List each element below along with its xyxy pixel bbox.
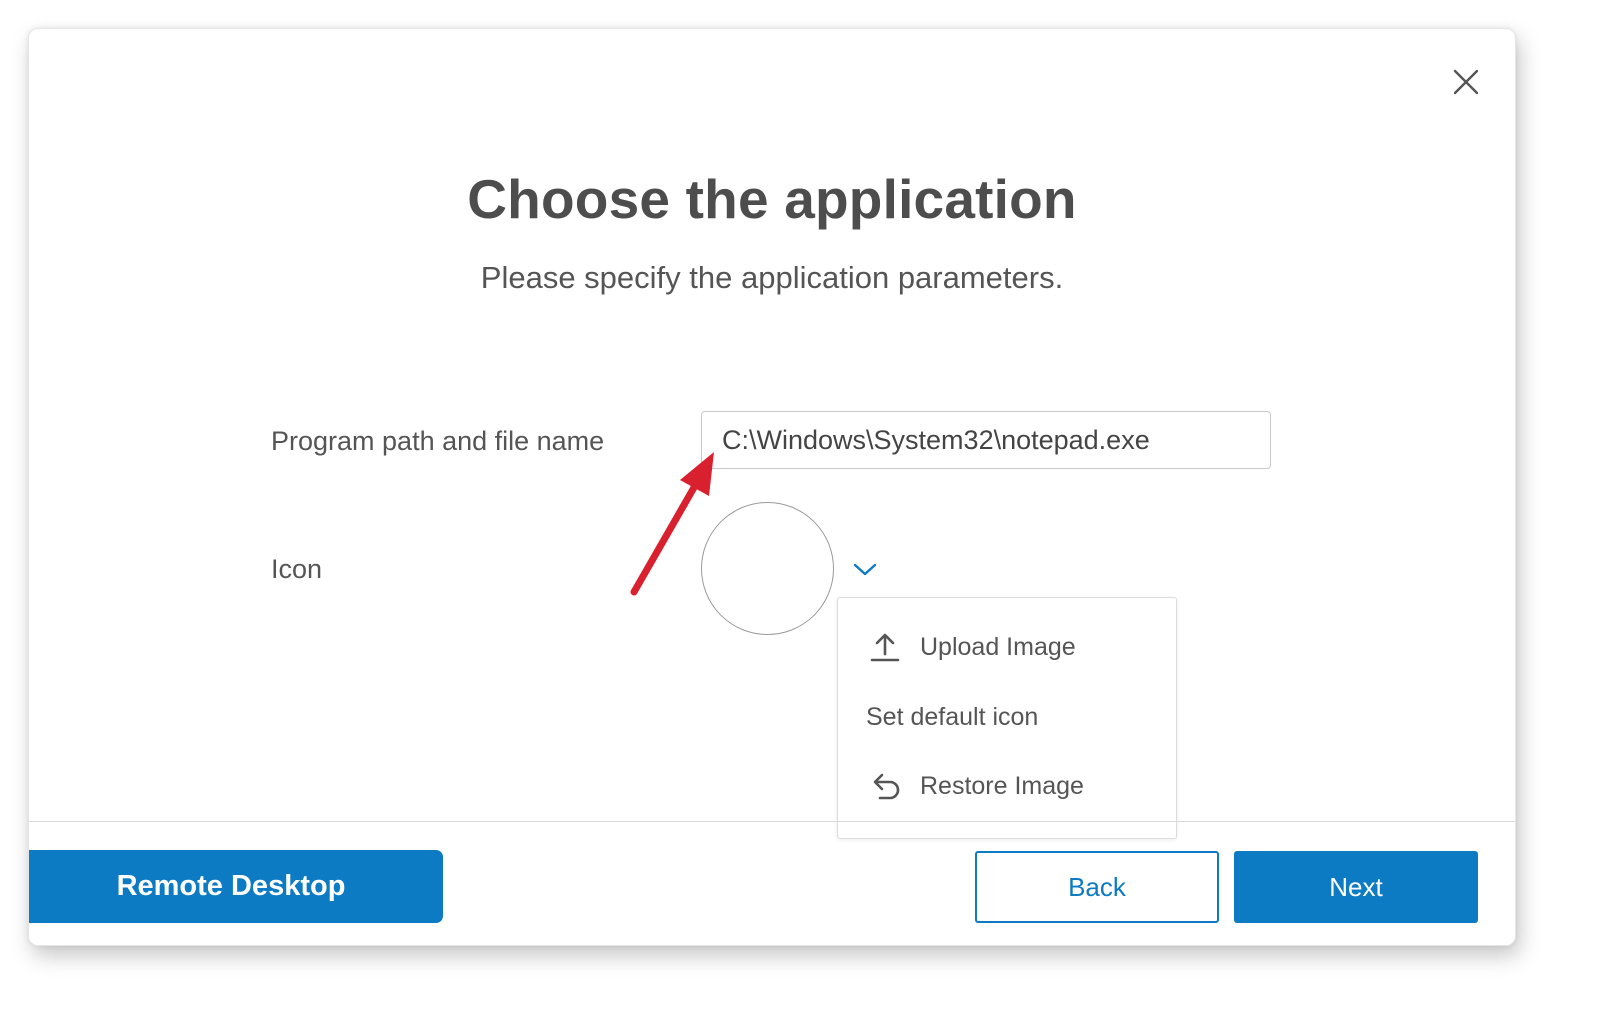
dialog-title: Choose the application — [467, 168, 1077, 230]
chevron-down-icon[interactable] — [851, 559, 879, 579]
menu-item-label: Upload Image — [920, 632, 1076, 661]
icon-preview[interactable] — [701, 502, 834, 635]
next-button[interactable]: Next — [1234, 851, 1478, 923]
close-icon[interactable] — [1451, 67, 1481, 97]
back-button[interactable]: Back — [975, 851, 1219, 923]
menu-item-restore-image[interactable]: Restore Image — [838, 756, 1176, 816]
remote-desktop-button[interactable]: Remote Desktop — [29, 850, 443, 923]
menu-item-label: Restore Image — [920, 771, 1084, 800]
stage: Choose the application Please specify th… — [0, 0, 1600, 1018]
choose-application-dialog: Choose the application Please specify th… — [28, 28, 1516, 946]
icon-dropdown-menu: Upload Image Set default icon Restore Im… — [837, 597, 1177, 839]
upload-icon — [870, 633, 900, 662]
menu-item-set-default-icon[interactable]: Set default icon — [838, 687, 1176, 747]
menu-item-label: Set default icon — [866, 702, 1039, 731]
path-label: Program path and file name — [271, 426, 605, 456]
dialog-subtitle: Please specify the application parameter… — [480, 260, 1064, 295]
program-path-input[interactable] — [701, 411, 1271, 469]
icon-label: Icon — [271, 554, 323, 584]
footer-divider — [29, 821, 1515, 822]
restore-icon — [873, 773, 900, 800]
menu-item-upload-image[interactable]: Upload Image — [838, 617, 1176, 677]
